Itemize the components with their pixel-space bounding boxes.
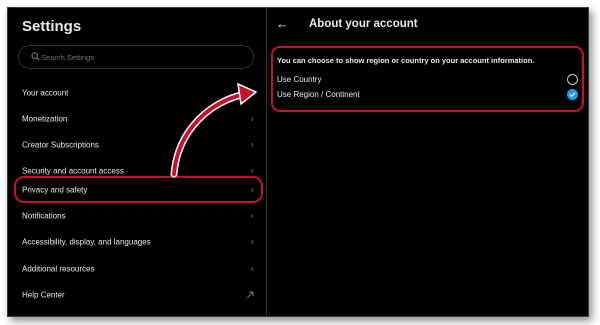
sidebar-item-label: Notifications [22, 211, 66, 221]
chevron-right-icon: › [250, 263, 254, 275]
radio-unchecked-icon[interactable] [567, 74, 578, 85]
sidebar-item-label: Creator Subscriptions [22, 140, 99, 150]
sidebar-item-label: Security and account access [22, 166, 124, 176]
account-info-panel: ← About your account You can choose to s… [267, 8, 588, 316]
option-label: Use Region / Continent [277, 90, 360, 99]
privacy-highlight-annotation [14, 176, 263, 203]
sidebar-item-help-center[interactable]: Help Center [8, 282, 266, 308]
sidebar-item-label: Monetization [22, 114, 68, 124]
chevron-right-icon: › [250, 87, 254, 99]
sidebar-item-label: Help Center [22, 290, 65, 300]
sidebar-item-accessibility[interactable]: Accessibility, display, and languages › [8, 229, 266, 255]
sidebar-item-monetization[interactable]: Monetization › [8, 106, 266, 132]
sidebar-item-notifications[interactable]: Notifications › [8, 203, 266, 229]
sidebar-item-creator-subscriptions[interactable]: Creator Subscriptions › [8, 132, 266, 158]
sidebar-item-label: Accessibility, display, and languages [22, 237, 151, 247]
chevron-right-icon: › [250, 139, 254, 151]
back-arrow-icon[interactable]: ← [276, 16, 289, 31]
sidebar-item-label: Your account [22, 88, 69, 98]
settings-sidebar: Settings Your account › Monetization › C… [8, 8, 267, 316]
option-label: Use Country [277, 75, 322, 84]
chevron-right-icon: › [250, 210, 254, 222]
external-link-icon [246, 291, 254, 299]
option-use-region[interactable]: Use Region / Continent [277, 89, 582, 103]
sidebar-item-your-account[interactable]: Your account › [8, 80, 266, 106]
chevron-right-icon: › [250, 236, 254, 248]
search-box[interactable] [18, 45, 254, 69]
radio-checked-icon[interactable] [567, 89, 578, 100]
sidebar-item-label: Additional resources [22, 264, 95, 274]
search-input[interactable] [41, 49, 241, 65]
settings-title: Settings [22, 18, 82, 35]
search-icon [31, 52, 40, 61]
page-title: About your account [309, 18, 418, 30]
chevron-right-icon: › [250, 113, 254, 125]
chevron-right-icon: › [250, 165, 254, 177]
sidebar-item-additional-resources[interactable]: Additional resources › [8, 256, 266, 282]
option-use-country[interactable]: Use Country [277, 74, 582, 88]
options-description: You can choose to show region or country… [277, 56, 535, 65]
app-window: Settings Your account › Monetization › C… [7, 7, 589, 317]
